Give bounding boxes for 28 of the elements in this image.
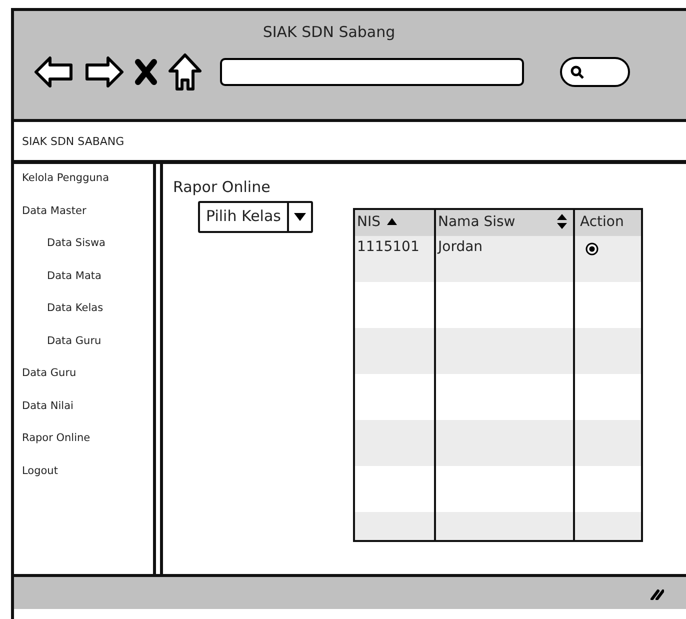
radio-button[interactable]	[585, 242, 599, 256]
home-icon[interactable]	[168, 53, 202, 91]
search-field[interactable]	[560, 57, 630, 87]
sidebar-subitem[interactable]: Data Guru	[14, 334, 153, 367]
caret-icon	[294, 213, 306, 221]
table-cell: Jordan	[436, 236, 575, 282]
sidebar-subitem[interactable]: Data Kelas	[14, 302, 153, 334]
address-field[interactable]	[220, 58, 524, 86]
sidebar-item[interactable]: Data Master	[14, 204, 153, 237]
page-title: Rapor Online	[173, 178, 272, 196]
sidebar-subitem[interactable]: Data Mata	[14, 270, 153, 302]
sort-up-icon	[386, 218, 396, 225]
sidebar-subitem[interactable]: Data Siswa	[14, 237, 153, 270]
window-title: SIAK SDN Sabang	[262, 22, 396, 41]
class-dropdown[interactable]: Pilih Kelas	[198, 201, 313, 233]
close-icon[interactable]	[134, 59, 158, 85]
sort-icon	[557, 214, 567, 229]
sidebar-item[interactable]: Kelola Pengguna	[14, 172, 153, 204]
column-header[interactable]: Action	[575, 210, 641, 236]
back-icon[interactable]	[34, 54, 74, 90]
sidebar-item[interactable]: Data Guru	[14, 367, 153, 400]
search-icon	[570, 65, 584, 79]
forward-icon[interactable]	[84, 54, 124, 90]
app-title: SIAK SDN SABANG	[22, 134, 124, 148]
sidebar-item[interactable]: Logout	[14, 464, 153, 497]
sidebar-item[interactable]: Data Nilai	[14, 400, 153, 432]
table-cell: 1115101	[355, 236, 436, 282]
sidebar-item[interactable]: Rapor Online	[14, 432, 153, 464]
